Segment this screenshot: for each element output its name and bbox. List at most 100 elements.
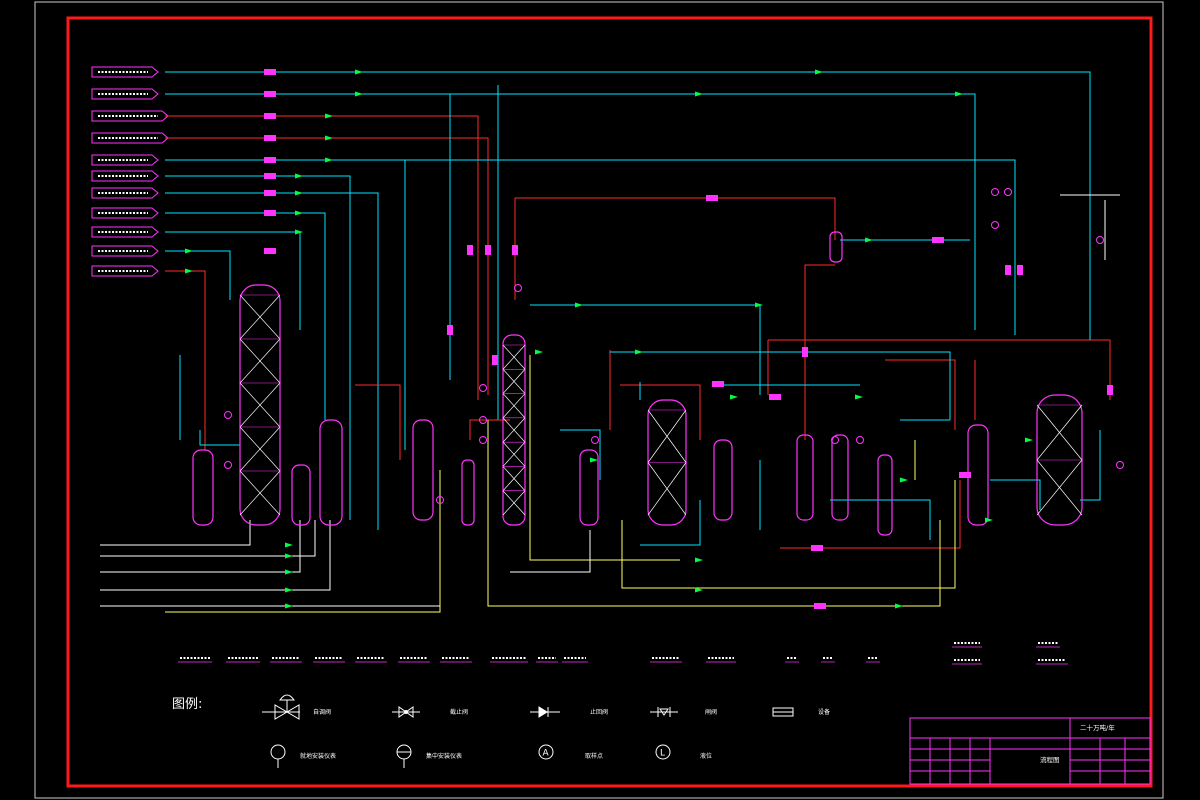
legend-label-gate-valve: 闸阀 [705,708,717,716]
instrument-bubble-icon [591,436,599,444]
legend-label-globe-valve: 截止阀 [450,708,468,716]
flow-arrow-icon [285,542,293,548]
red-header-right [768,339,1111,400]
legend-local-instrument-symbol [270,744,286,768]
legend-label-equipment: 设备 [818,708,830,716]
legend-gate-valve-symbol [650,707,678,717]
flow-arrow-icon [955,91,963,97]
flow-arrow-icon [325,157,333,163]
util-4 [100,520,331,591]
legend-title: 图例: [172,697,202,712]
valve-icon [959,472,971,478]
instrument-bubble-icon [224,461,232,469]
legend-label-level: 液位 [700,752,712,760]
line-1 [165,71,1091,200]
yellow-1 [529,355,680,561]
flow-arrow-icon [185,268,193,274]
cyan-1 [530,304,761,395]
flow-arrow-icon [635,349,643,355]
flow-arrow-icon [895,603,903,609]
flow-arrow-icon [1025,437,1033,443]
vessel-10 [877,454,893,536]
valve-icon [264,113,276,119]
flow-arrow-icon [855,394,863,400]
valve-icon [492,355,498,365]
flow-arrow-icon [285,569,293,575]
instrument-bubble-icon [224,411,232,419]
input-stream-tags [91,66,169,277]
util-1 [100,520,251,546]
vessel-2 [291,464,311,526]
equipment-label-row [178,642,1068,665]
legend: 图例: 自调阀 截止阀 止回阀 闸阀 设备 就地安装仪表 集中安装仪表 A 取样… [172,694,830,768]
red-bottom [780,480,961,549]
flow-arrow-icon [185,248,193,254]
instrument-bubble-icon [856,436,864,444]
legend-level-symbol: L [655,744,671,760]
yellow-3 [621,480,956,589]
red-loop-top [514,197,836,300]
flow-arrow-icon [295,210,303,216]
svg-text:A: A [543,749,550,759]
line-3 [165,115,479,400]
flow-arrow-icon [325,113,333,119]
legend-check-valve-symbol [530,706,560,718]
valve-icon [1005,265,1011,275]
valve-icon [264,173,276,179]
flow-arrow-icon [285,603,293,609]
flow-arrow-icon [355,69,363,75]
flow-arrow-icon [695,91,703,97]
flow-arrow-icon [865,237,873,243]
flow-arrow-icon [590,457,598,463]
diagram-canvas: 图例: 自调阀 截止阀 止回阀 闸阀 设备 就地安装仪表 集中安装仪表 A 取样… [34,1,1164,799]
line-10 [165,250,231,300]
util-3 [100,520,301,573]
valve-icon [1017,265,1023,275]
legend-globe-valve-symbol [392,706,420,718]
legend-label-central-instrument: 集中安装仪表 [426,752,462,760]
cyan-process-lines [179,200,1101,546]
legend-label-control-valve: 自调阀 [313,708,331,716]
flow-arrow-icon [900,477,908,483]
util-6 [510,530,591,573]
legend-sample-point-symbol: A [538,744,554,760]
flow-arrow-icon [755,302,763,308]
flow-arrow-icon [325,135,333,141]
flow-arrow-icon [295,173,303,179]
valve-icon [802,347,808,357]
valve-icon [264,210,276,216]
vessel-7 [713,439,733,521]
valve-icon [769,394,781,400]
legend-label-sample-point: 取样点 [585,752,603,760]
title-block-project: 二十万吨/年 [1080,723,1115,732]
instrument-bubble-icon [479,384,487,392]
flow-arrow-icon [985,517,993,523]
valve-icon [264,135,276,141]
flow-arrow-icon [285,553,293,559]
valve-icon [264,69,276,75]
flow-arrow-icon [575,302,583,308]
valve-icon [264,157,276,163]
legend-label-local-instrument: 就地安装仪表 [300,752,336,760]
instrument-bubble-icon [479,436,487,444]
legend-central-instrument-symbol [396,744,412,768]
legend-control-valve-symbol [262,694,300,720]
vessel-9 [831,434,849,521]
util-2 [100,520,316,557]
instrument-bubble-icon [991,221,999,229]
valve-icon [706,195,718,201]
line-7 [165,192,379,530]
utility-lines [100,520,591,607]
separator-top [829,231,843,263]
instrument-bubble-icon [991,188,999,196]
valve-icon [932,237,944,243]
vessel-1 [192,449,214,526]
red-link-5 [620,384,701,440]
instrument-bubble-icon [1096,236,1104,244]
header-lines [165,71,1120,530]
equipment [192,231,1083,536]
flow-arrow-icon [815,69,823,75]
cyan-15 [640,500,701,546]
vessel-3 [319,419,343,526]
svg-text:L: L [660,749,665,759]
